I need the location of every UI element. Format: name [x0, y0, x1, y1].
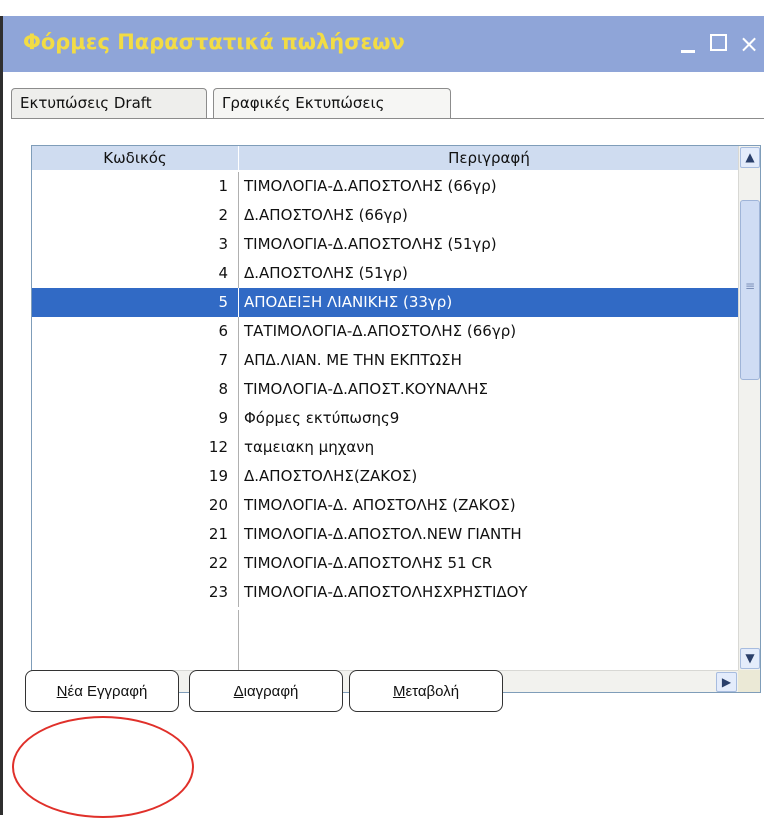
table-row[interactable]: 1 ΤΙΜΟΛΟΓΙΑ-Δ.ΑΠΟΣΤΟΛΗΣ (66γρ): [32, 172, 738, 201]
table-row[interactable]: 22 ΤΙΜΟΛΟΓΙΑ-Δ.ΑΠΟΣΤΟΛΗΣ 51 CR: [32, 549, 738, 578]
row-code: 7: [218, 351, 228, 369]
column-divider: [238, 230, 239, 259]
row-description: Φόρμες εκτύπωσης9: [244, 409, 400, 427]
table-row[interactable]: 7 ΑΠΔ.ΛΙΑΝ. ΜΕ ΤΗΝ ΕΚΠΤΩΣΗ: [32, 346, 738, 375]
row-description: Δ.ΑΠΟΣΤΟΛΗΣ (66γρ): [244, 206, 408, 224]
column-divider: [238, 172, 239, 201]
row-code: 20: [208, 496, 228, 514]
column-divider: [238, 549, 239, 578]
scroll-down-icon[interactable]: ▼: [740, 648, 760, 669]
column-divider: [238, 288, 239, 317]
row-description: ΤΙΜΟΛΟΓΙΑ-Δ.ΑΠΟΣΤ.ΚΟΥΝΑΛΗΣ: [244, 380, 488, 398]
table-row[interactable]: 3 ΤΙΜΟΛΟΓΙΑ-Δ.ΑΠΟΣΤΟΛΗΣ (51γρ): [32, 230, 738, 259]
row-description: ΤΙΜΟΛΟΓΙΑ-Δ.ΑΠΟΣΤΟΛ.NEW ΓΙΑΝΤΗ: [244, 525, 522, 543]
vertical-scrollbar[interactable]: ▲ ▼: [738, 146, 760, 670]
column-divider: [238, 201, 239, 230]
window-title: Φόρμες Παραστατικά πωλήσεων: [23, 30, 405, 54]
column-divider: [238, 346, 239, 375]
vertical-scroll-thumb[interactable]: [740, 200, 760, 380]
row-description: ΑΠΔ.ΛΙΑΝ. ΜΕ ΤΗΝ ΕΚΠΤΩΣΗ: [244, 351, 462, 369]
column-divider: [238, 578, 239, 607]
row-description: ΤΙΜΟΛΟΓΙΑ-Δ.ΑΠΟΣΤΟΛΗΣ 51 CR: [244, 554, 493, 572]
column-divider: [238, 404, 239, 433]
row-description: ΑΠΟΔΕΙΞΗ ΛΙΑΝΙΚΗΣ (33γρ): [244, 293, 453, 311]
row-description: ΤΑΤΙΜΟΛΟΓΙΑ-Δ.ΑΠΟΣΤΟΛΗΣ (66γρ): [244, 322, 517, 340]
row-description: ΤΙΜΟΛΟΓΙΑ-Δ.ΑΠΟΣΤΟΛΗΣ (51γρ): [244, 235, 497, 253]
column-divider: [238, 462, 239, 491]
row-description: Δ.ΑΠΟΣΤΟΛΗΣ(ΖΑΚΟΣ): [244, 467, 418, 485]
row-code: 9: [218, 409, 228, 427]
row-code: 5: [218, 293, 228, 311]
table-row[interactable]: 12 ταμειακη μηχανη: [32, 433, 738, 462]
grid-rows: 1 ΤΙΜΟΛΟΓΙΑ-Δ.ΑΠΟΣΤΟΛΗΣ (66γρ) 2 Δ.ΑΠΟΣΤΟΛΗ…: [32, 172, 738, 607]
column-divider: [238, 317, 239, 346]
row-description: Δ.ΑΠΟΣΤΟΛΗΣ (51γρ): [244, 264, 408, 282]
column-header-description[interactable]: Περιγραφή: [240, 146, 738, 170]
row-code: 1: [218, 177, 228, 195]
column-divider: [238, 259, 239, 288]
maximize-icon[interactable]: [705, 24, 733, 64]
row-description: ΤΙΜΟΛΟΓΙΑ-Δ. ΑΠΟΣΤΟΛΗΣ (ΖΑΚΟΣ): [244, 496, 516, 514]
row-code: 4: [218, 264, 228, 282]
delete-button[interactable]: Διαγραφή: [189, 670, 343, 712]
scroll-right-icon[interactable]: ▶: [716, 672, 737, 692]
minimize-icon[interactable]: [675, 24, 703, 64]
row-description: ταμειακη μηχανη: [244, 438, 375, 456]
scrollbar-corner: [738, 670, 760, 692]
row-code: 8: [218, 380, 228, 398]
table-row[interactable]: 6 ΤΑΤΙΜΟΛΟΓΙΑ-Δ.ΑΠΟΣΤΟΛΗΣ (66γρ): [32, 317, 738, 346]
column-divider: [238, 610, 239, 670]
row-code: 22: [208, 554, 228, 572]
forms-grid: Κωδικός Περιγραφή 1 ΤΙΜΟΛΟΓΙΑ-Δ.ΑΠΟΣΤΟΛΗΣ…: [31, 145, 761, 693]
tab-draft-prints[interactable]: Εκτυπώσεις Draft: [11, 88, 207, 118]
row-code: 12: [208, 438, 228, 456]
row-code: 3: [218, 235, 228, 253]
close-icon[interactable]: ×: [739, 24, 764, 64]
row-code: 19: [208, 467, 228, 485]
row-code: 2: [218, 206, 228, 224]
table-row[interactable]: 20 ΤΙΜΟΛΟΓΙΑ-Δ. ΑΠΟΣΤΟΛΗΣ (ΖΑΚΟΣ): [32, 491, 738, 520]
row-description: ΤΙΜΟΛΟΓΙΑ-Δ.ΑΠΟΣΤΟΛΗΣ (66γρ): [244, 177, 497, 195]
column-divider: [238, 520, 239, 549]
table-row[interactable]: 21 ΤΙΜΟΛΟΓΙΑ-Δ.ΑΠΟΣΤΟΛ.NEW ΓΙΑΝΤΗ: [32, 520, 738, 549]
table-row[interactable]: 19 Δ.ΑΠΟΣΤΟΛΗΣ(ΖΑΚΟΣ): [32, 462, 738, 491]
new-record-button[interactable]: Νέα Εγγραφή: [25, 670, 179, 712]
annotation-circle: [12, 716, 194, 818]
scroll-up-icon[interactable]: ▲: [740, 147, 760, 168]
tab-graphic-prints[interactable]: Γραφικές Εκτυπώσεις: [213, 88, 451, 118]
table-row[interactable]: 9 Φόρμες εκτύπωσης9: [32, 404, 738, 433]
column-divider: [238, 375, 239, 404]
app-window: Φόρμες Παραστατικά πωλήσεων × Εκτυπώσεις…: [0, 16, 764, 816]
grid-header: Κωδικός Περιγραφή: [32, 146, 738, 170]
column-divider: [238, 433, 239, 462]
table-row[interactable]: 8 ΤΙΜΟΛΟΓΙΑ-Δ.ΑΠΟΣΤ.ΚΟΥΝΑΛΗΣ: [32, 375, 738, 404]
table-row[interactable]: 23 ΤΙΜΟΛΟΓΙΑ-Δ.ΑΠΟΣΤΟΛΗΣΧΡΗΣΤΙΔΟΥ: [32, 578, 738, 607]
title-bar[interactable]: Φόρμες Παραστατικά πωλήσεων ×: [3, 16, 764, 72]
table-row[interactable]: 5 ΑΠΟΔΕΙΞΗ ΛΙΑΝΙΚΗΣ (33γρ): [32, 288, 738, 317]
table-row[interactable]: 2 Δ.ΑΠΟΣΤΟΛΗΣ (66γρ): [32, 201, 738, 230]
row-description: ΤΙΜΟΛΟΓΙΑ-Δ.ΑΠΟΣΤΟΛΗΣΧΡΗΣΤΙΔΟΥ: [244, 583, 528, 601]
row-code: 6: [218, 322, 228, 340]
modify-button[interactable]: Μεταβολή: [349, 670, 503, 712]
row-code: 23: [208, 583, 228, 601]
table-row[interactable]: 4 Δ.ΑΠΟΣΤΟΛΗΣ (51γρ): [32, 259, 738, 288]
column-divider: [238, 491, 239, 520]
column-header-code[interactable]: Κωδικός: [32, 146, 239, 170]
row-code: 21: [208, 525, 228, 543]
